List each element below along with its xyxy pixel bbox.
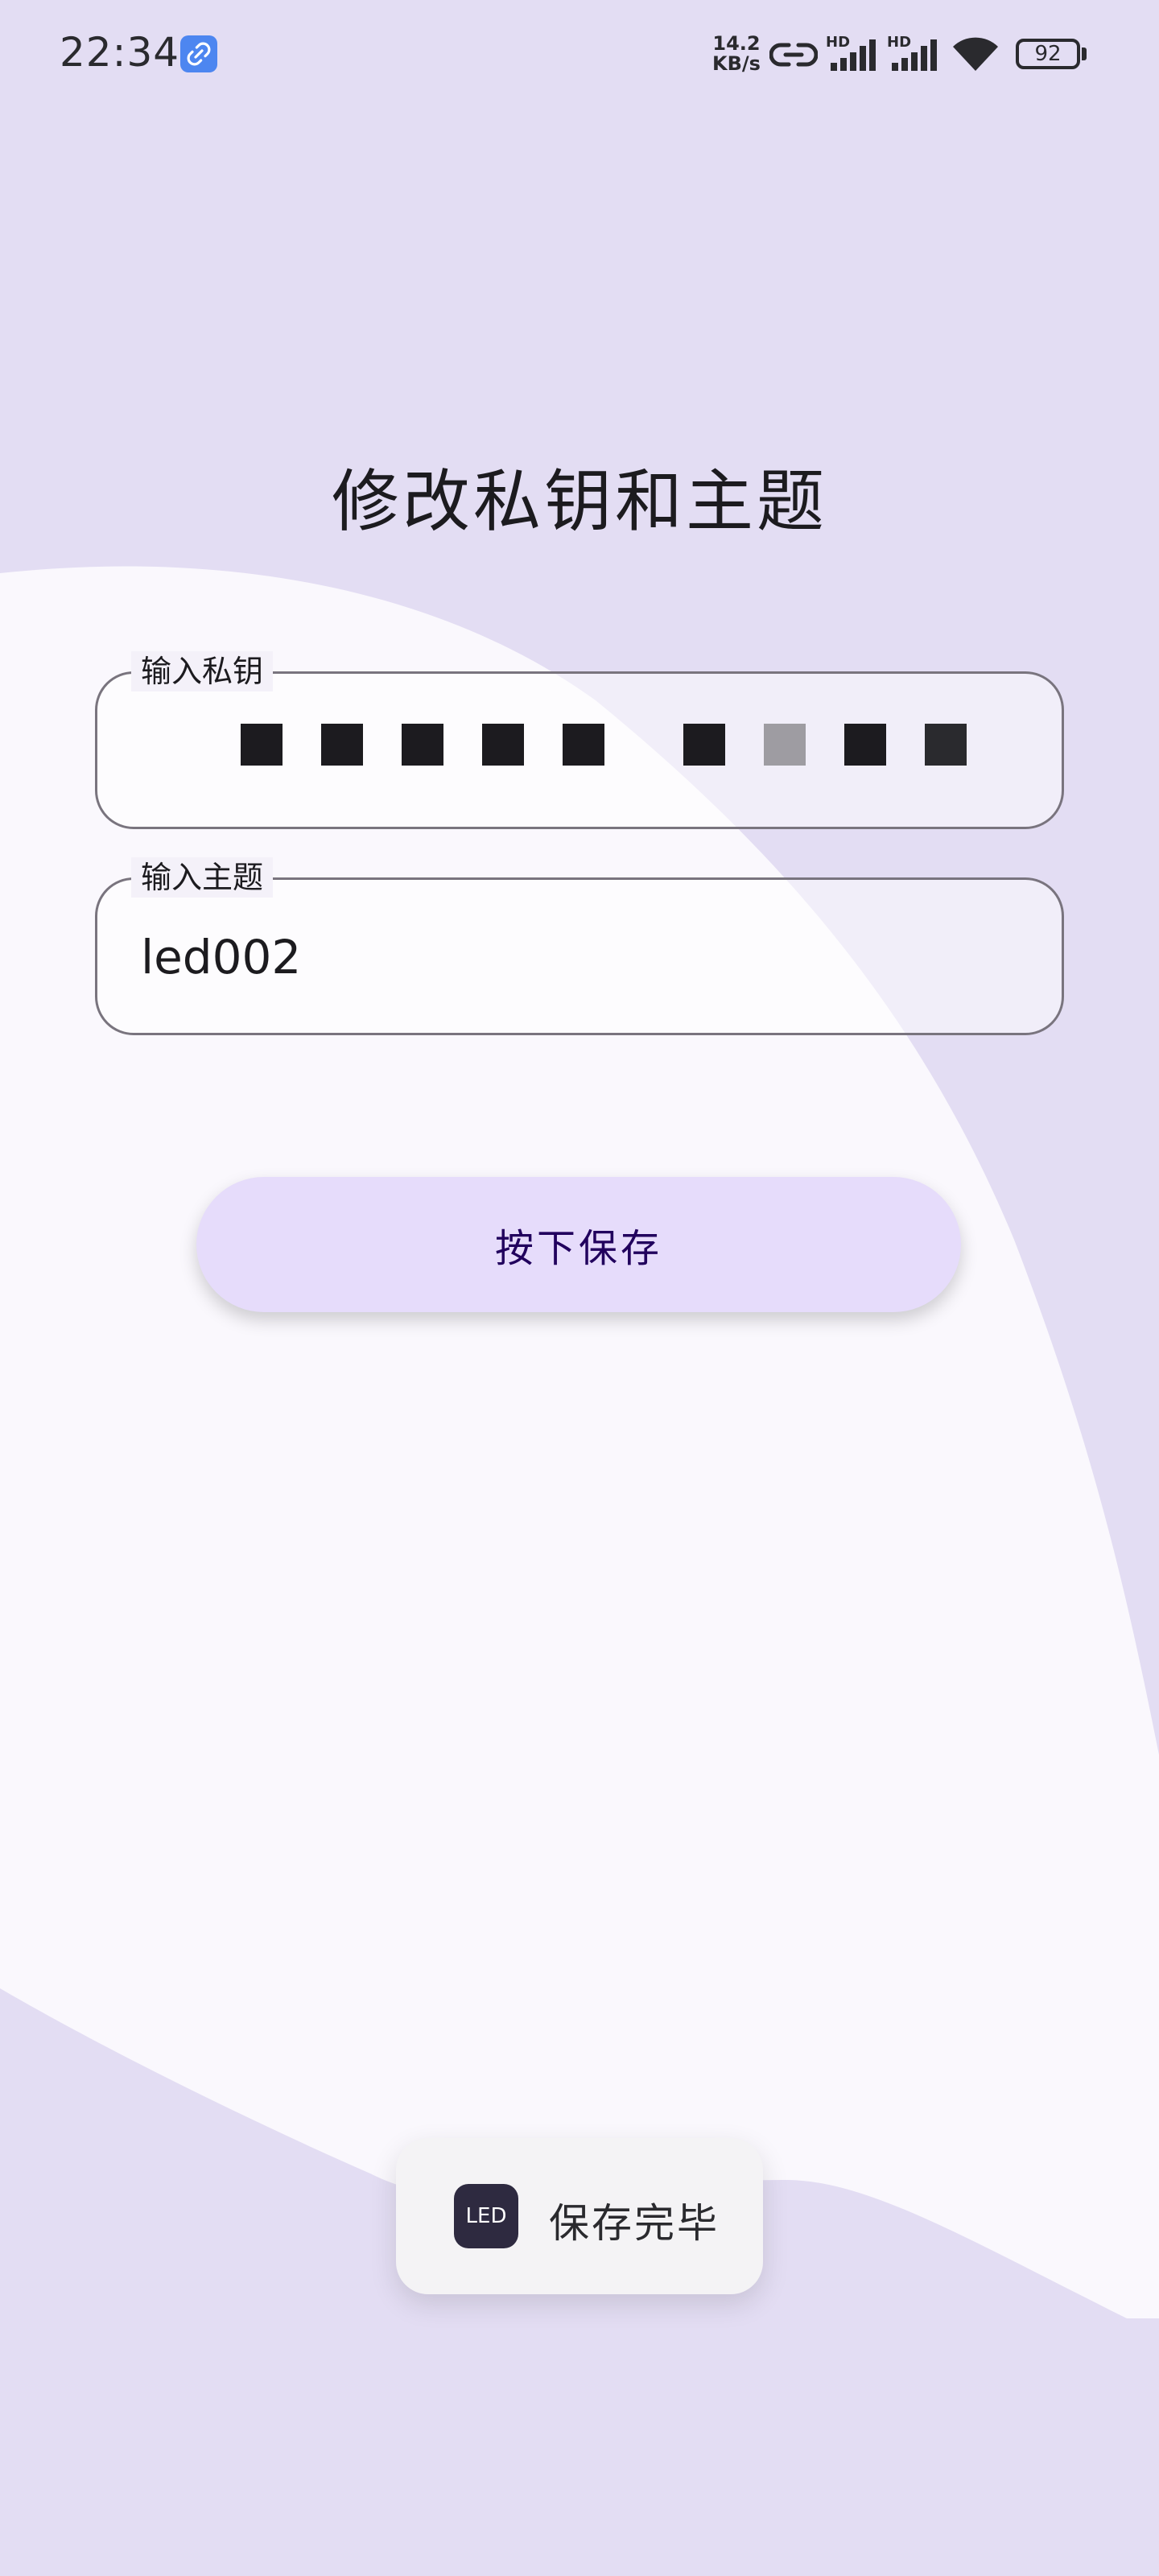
network-speed-value: 14.2 — [712, 32, 761, 55]
password-dot — [321, 724, 363, 766]
toast-message: 保存完毕 — [549, 2200, 720, 2247]
status-bar: 22:34 14.2 KB/s HD HD 92 — [0, 0, 1159, 113]
topic-value: led002 — [141, 930, 302, 985]
password-dot — [482, 724, 524, 766]
password-dot — [764, 724, 806, 766]
password-dot — [683, 724, 725, 766]
battery-icon: 92 — [1016, 39, 1080, 69]
private-key-label: 输入私钥 — [131, 651, 274, 691]
led-app-icon: LED — [454, 2184, 518, 2248]
topic-field[interactable]: 输入主题 led002 — [95, 857, 1064, 1035]
password-dot — [925, 724, 967, 766]
status-time: 22:34 — [60, 29, 180, 76]
private-key-field[interactable]: 输入私钥 ■■■■■ ■■■■ — [95, 651, 1064, 829]
network-speed-unit: KB/s — [712, 52, 761, 75]
password-dot — [563, 724, 604, 766]
wifi-icon — [953, 37, 998, 71]
battery-level: 92 — [1034, 42, 1062, 66]
password-dot — [402, 724, 443, 766]
link-app-icon — [180, 35, 217, 72]
cellular-signal-icon — [892, 39, 937, 71]
page-title: 修改私钥和主题 — [331, 462, 827, 541]
main-content: 修改私钥和主题 输入私钥 ■■■■■ ■■■■ 输入主题 led002 按下保存… — [0, 0, 1159, 2576]
password-dot — [241, 724, 283, 766]
cellular-signal-icon — [831, 39, 876, 71]
save-button[interactable]: 按下保存 — [196, 1177, 961, 1312]
network-speed: 14.2 KB/s — [708, 34, 765, 74]
password-dot — [844, 724, 886, 766]
toast: LED 保存完毕 — [396, 2138, 763, 2294]
topic-label: 输入主题 — [131, 857, 274, 898]
link-icon — [769, 43, 818, 67]
battery-tip — [1082, 47, 1087, 60]
